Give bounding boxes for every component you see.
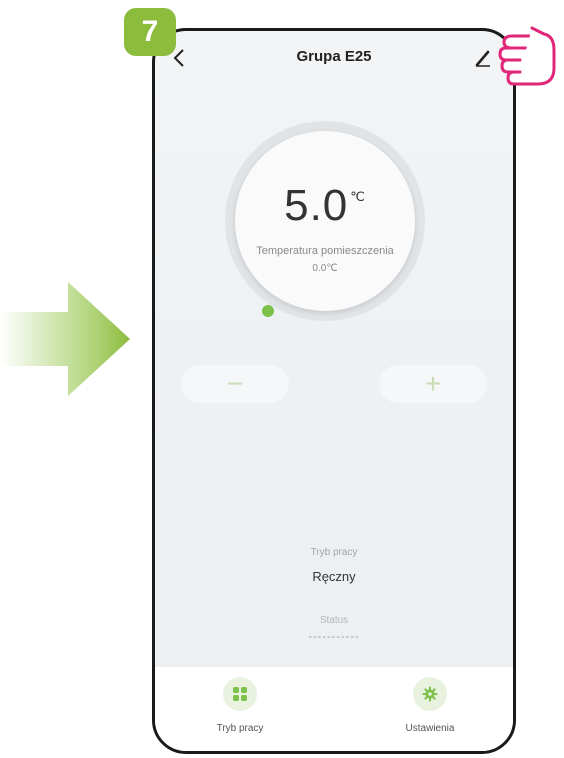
nav-item-work-mode[interactable]: Tryb pracy <box>195 677 285 734</box>
grid-icon <box>223 677 257 711</box>
bottom-nav: Tryb pracy Ustawienia <box>155 667 513 751</box>
room-temperature-label: Temperatura pomieszczenia <box>256 245 394 257</box>
pencil-icon[interactable] <box>473 47 493 69</box>
increase-button[interactable]: + <box>379 365 487 403</box>
gear-icon <box>413 677 447 711</box>
status-label: Status <box>319 615 349 626</box>
page-title: Grupa E25 <box>296 48 372 65</box>
setpoint-temperature: 5.0 ℃ <box>235 181 415 231</box>
app-header: Grupa E25 <box>155 31 513 91</box>
room-temperature-value: 0.0℃ <box>312 263 338 274</box>
status-value: ----------- <box>308 631 360 643</box>
nav-item-settings[interactable]: Ustawienia <box>385 677 475 734</box>
work-mode-value: Ręczny <box>312 569 356 584</box>
dial-handle[interactable] <box>262 305 274 317</box>
phone-screen: Grupa E25 5.0 ℃ Temperatura pomieszczenia… <box>152 28 516 754</box>
right-arrow-icon <box>0 282 130 396</box>
decrease-button[interactable]: − <box>181 365 289 403</box>
step-badge: 7 <box>124 8 176 56</box>
nav-label: Ustawienia <box>405 723 455 734</box>
setpoint-unit: ℃ <box>350 189 366 204</box>
setpoint-value: 5.0 <box>284 181 349 230</box>
pointing-hand-icon <box>498 26 556 86</box>
work-mode-label: Tryb pracy <box>310 547 358 558</box>
nav-label: Tryb pracy <box>216 723 264 734</box>
